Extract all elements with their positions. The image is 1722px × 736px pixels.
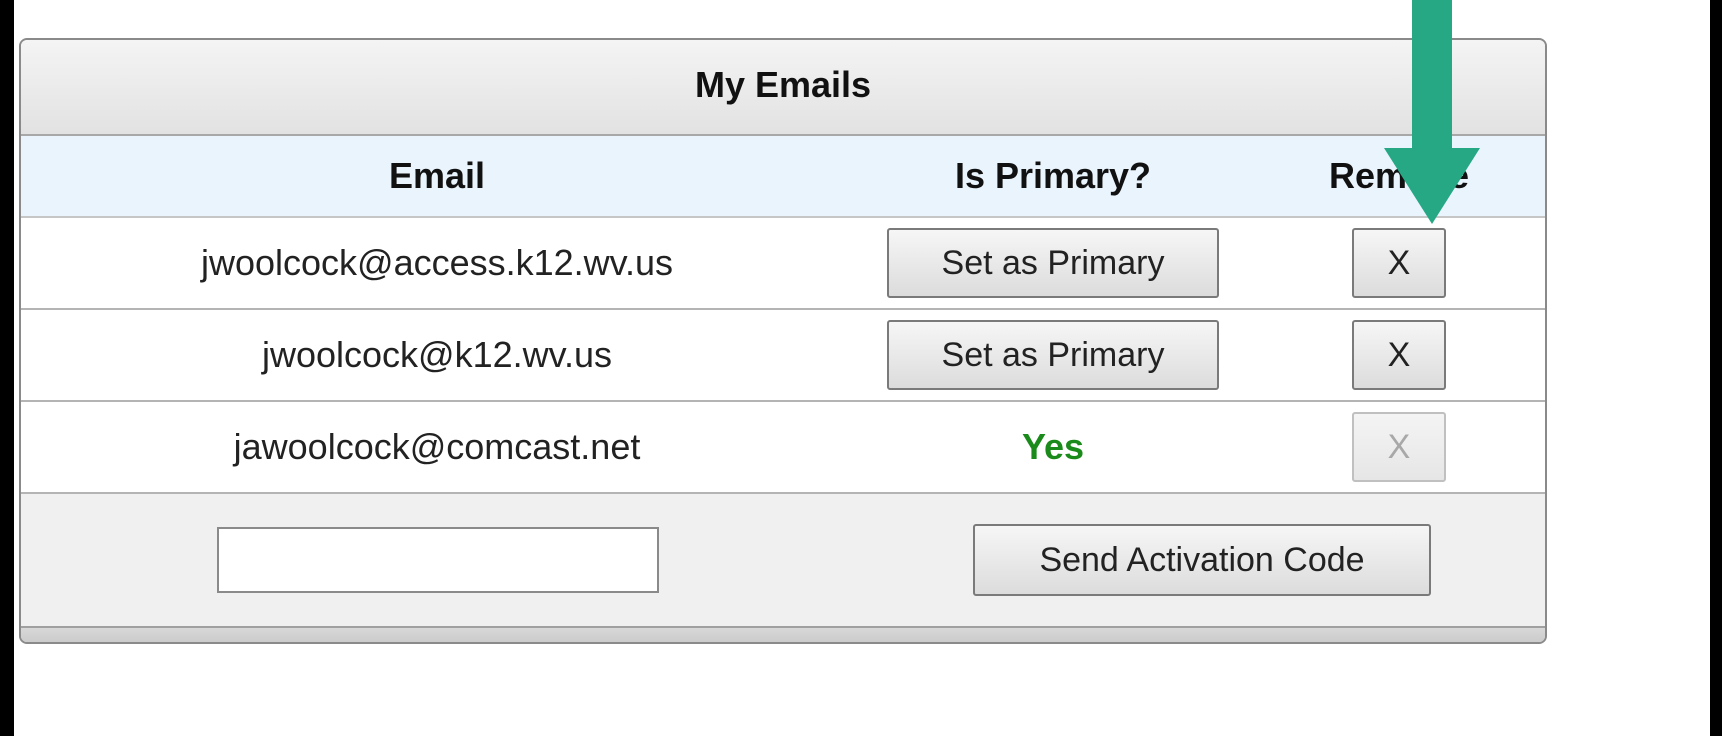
set-as-primary-button[interactable]: Set as Primary: [887, 228, 1219, 298]
panel-title: My Emails: [21, 40, 1545, 136]
down-arrow-icon: [1384, 0, 1480, 224]
add-email-row: Send Activation Code: [21, 494, 1545, 628]
remove-email-button[interactable]: X: [1352, 320, 1446, 390]
set-as-primary-button[interactable]: Set as Primary: [887, 320, 1219, 390]
new-email-input[interactable]: [217, 527, 659, 593]
primary-cell: Set as Primary: [853, 218, 1253, 308]
remove-email-button[interactable]: X: [1352, 228, 1446, 298]
email-address: jwoolcock@k12.wv.us: [262, 334, 612, 375]
table-header-row: Email Is Primary? Remove: [21, 136, 1545, 218]
column-header-is-primary: Is Primary?: [954, 155, 1152, 196]
table-row: jwoolcock@k12.wv.us Set as Primary X: [21, 310, 1545, 402]
primary-cell: Set as Primary: [853, 310, 1253, 400]
primary-yes-label: Yes: [1021, 426, 1085, 467]
table-row: jawoolcock@comcast.net Yes X: [21, 402, 1545, 494]
my-emails-panel: My Emails Email Is Primary? Remove jwool…: [19, 38, 1547, 644]
send-activation-code-button[interactable]: Send Activation Code: [973, 524, 1431, 596]
column-header-email: Email: [388, 155, 486, 196]
primary-cell: Yes: [853, 402, 1253, 492]
remove-cell: X: [1253, 402, 1545, 492]
remove-cell: X: [1253, 310, 1545, 400]
email-address: jwoolcock@access.k12.wv.us: [200, 242, 674, 283]
email-address: jawoolcock@comcast.net: [233, 426, 641, 467]
panel-footer-strip: [21, 628, 1545, 642]
remove-email-button-disabled: X: [1352, 412, 1446, 482]
table-row: jwoolcock@access.k12.wv.us Set as Primar…: [21, 218, 1545, 310]
remove-cell: X: [1253, 218, 1545, 308]
